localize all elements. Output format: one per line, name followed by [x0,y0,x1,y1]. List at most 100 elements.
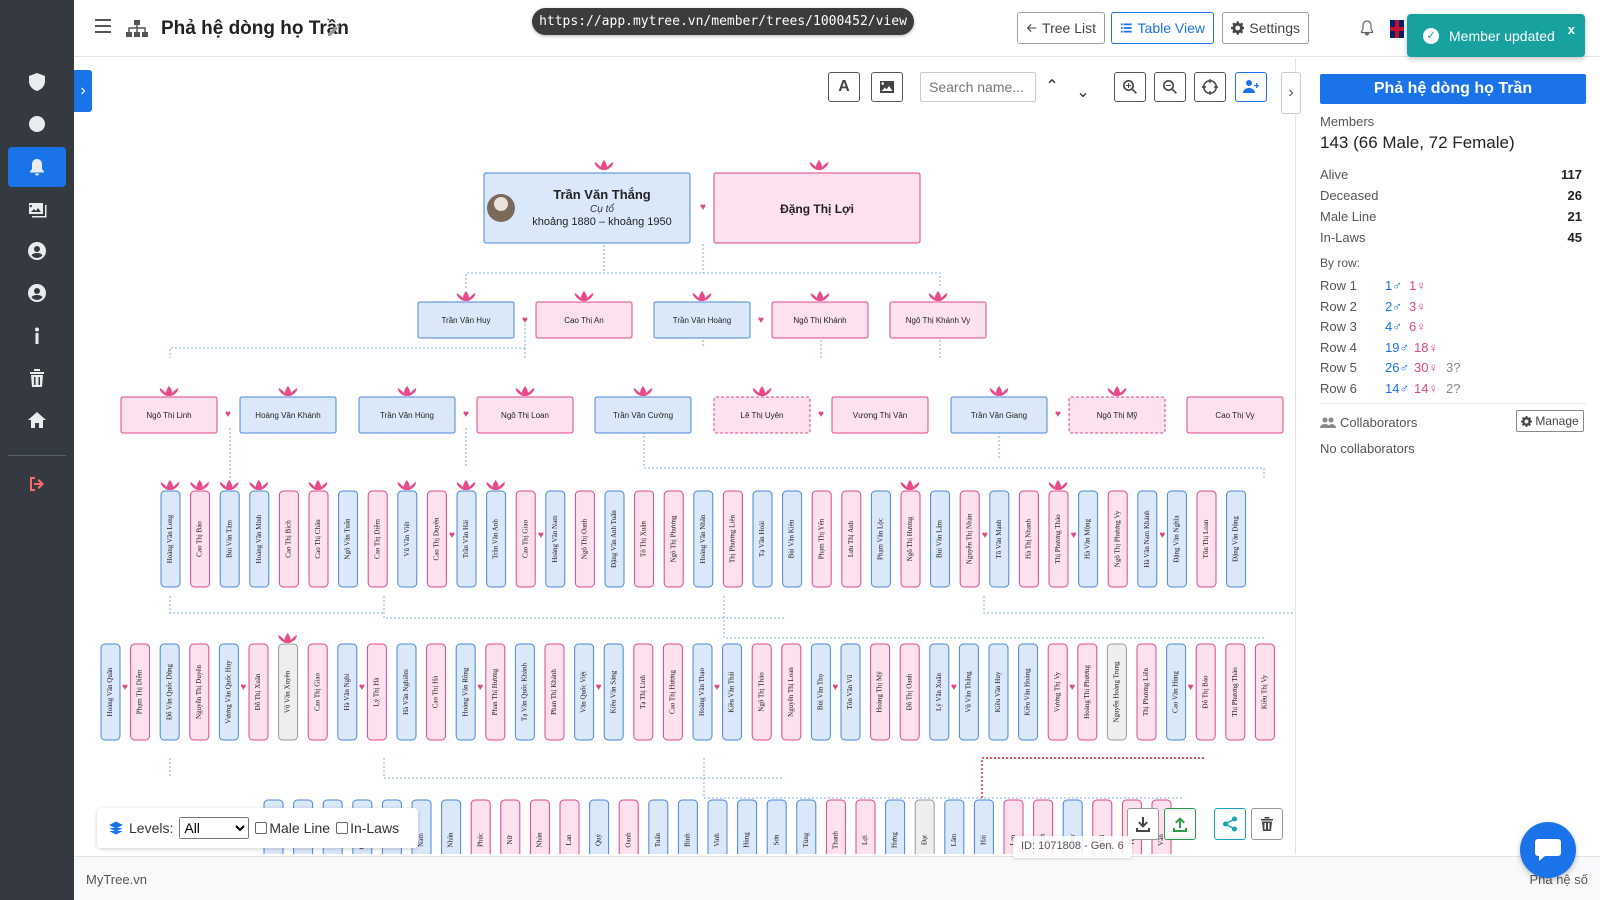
chat-button[interactable] [1520,822,1576,878]
row-1-label: Row 1 [1320,278,1357,293]
row5-member-card-label: Phan Thị Hương [491,668,499,715]
row4-member-card-label: Lưu Thị Anh [847,520,855,557]
download-icon [1136,817,1150,832]
spouse-heart-icon: ♥ [1159,530,1165,541]
in-laws-check-icon[interactable] [336,822,349,834]
profile-icon[interactable] [8,273,66,313]
spouse-heart-icon: ♥ [818,409,824,420]
row5-member-card-label: Vũ Văn Xuyên [284,670,292,713]
row5-member-card-label: Kiều Văn Hoàng [1024,668,1032,716]
upload-icon [1173,817,1187,832]
collaborators-heading: Collaborators [1320,415,1417,430]
user-circle-icon[interactable] [8,231,66,271]
row-4-female: 18♀ [1414,340,1439,355]
row3-member-card-label: Ngô Thị Mỹ [1097,411,1138,420]
trash-nav-icon[interactable] [8,358,66,398]
levels-select[interactable]: All [179,817,250,839]
row2-member-card-label: Trần Văn Hoàng [673,316,731,325]
row-3-female: 6♀ [1409,319,1426,334]
spouse-heart-icon: ♥ [832,682,838,693]
stat-in-laws-value: 45 [1567,230,1582,245]
spouse-heart-icon: ♥ [122,682,128,693]
zoom-in-button[interactable] [1114,72,1146,102]
logout-icon[interactable] [8,464,66,504]
info-icon[interactable] [8,316,66,356]
center-button[interactable] [1194,72,1226,102]
zoom-out-button[interactable] [1154,72,1186,102]
lotus-icon [278,633,297,643]
row3-member-card-label: Trần Văn Giang [971,411,1027,420]
upload-button[interactable] [1164,808,1196,840]
row6-member-card[interactable] [500,799,521,854]
male-line-check-icon[interactable] [255,822,268,834]
toast-close-button[interactable]: x [1568,22,1575,37]
row4-member-card-label: Tạ Văn Hoài [758,521,766,557]
image-export-button[interactable] [871,72,903,102]
member-id-tooltip: ID: 1071808 - Gen. 6 [1013,836,1132,858]
search-name-input[interactable] [920,72,1036,102]
male-line-checkbox[interactable]: Male Line [255,820,330,836]
sidebar-collapse-toggle[interactable]: › [74,70,92,112]
row4-member-card-label: Ngô Văn Tuấn [344,518,352,560]
font-button[interactable]: A [828,72,860,102]
row4-member-card-label: Đặng Văn Dũng [1232,516,1240,562]
row5-member-card-label: Lý Văn Xuân [935,673,943,711]
hamburger-menu-icon[interactable] [95,19,111,33]
download-button[interactable] [1127,808,1159,840]
row4-member-card-label: Hà Văn Mộng [1084,519,1092,559]
search-next-button[interactable]: ⌄ [1073,82,1093,102]
row5-member-card-label: Hoàng Thị Mỹ [876,671,884,713]
add-member-button[interactable] [1235,72,1267,102]
row4-member-card-label: Phạm Văn Lộc [877,518,885,560]
row-6-male: 14♂ [1385,381,1410,396]
settings-button[interactable]: Settings [1222,12,1309,44]
row3-connector [229,428,1265,478]
family-tree[interactable]: Trần Văn ThắngCụ tổkhoảng 1880 – khoảng … [84,58,1296,854]
arrow-left-icon [1026,24,1037,32]
images-icon[interactable] [8,189,66,229]
row4-connector [169,596,1295,639]
row5-member-card-label: Cao Thị Giao [313,673,321,711]
in-laws-checkbox[interactable]: In-Laws [336,820,399,836]
row6-member-card-label: Tùng [802,832,810,847]
row6-member-card-label: Vinh [713,833,721,847]
panel-toggle-button[interactable]: › [1281,72,1301,114]
members-label: Members [1320,114,1375,129]
stat-male-line-label: Male Line [1320,209,1377,224]
avatar-face-icon [494,197,508,211]
row6-member-card-label: Quý [595,833,603,846]
row5-member-card-label: Bùi Văn Thọ [817,673,825,710]
tree-list-button[interactable]: Tree List [1017,12,1105,44]
pencil-icon[interactable] [326,22,342,38]
row-2-female: 3♀ [1409,299,1426,314]
trash-icon [1261,817,1273,831]
row5-member-card-label: Vũ Văn Thắng [965,671,973,713]
uk-flag-icon[interactable] [1390,20,1404,38]
spouse-heart-icon: ♥ [596,682,602,693]
row4-member-card-label: Cao Thị Giao [521,520,529,558]
spouse-heart-icon: ♥ [463,409,469,420]
lotus-icon [928,291,948,301]
row5-member-card-label: Đỗ Thị Bảo [1201,675,1209,708]
delete-button[interactable] [1251,808,1283,840]
manage-collaborators-button[interactable]: Manage [1516,410,1584,432]
lotus-icon [594,160,614,170]
row5-member-card-label: Cao Thị Hà [432,675,440,708]
circle-icon[interactable] [8,104,66,144]
search-prev-button[interactable]: ⌃ [1042,76,1062,96]
bell-icon[interactable] [1358,19,1376,37]
row6-member-card-label: Phúc [476,833,484,847]
spouse-heart-icon: ♥ [1055,409,1061,420]
row4-member-card-label: Thị Phương Liên [729,515,737,563]
table-view-button[interactable]: Table View [1111,12,1214,44]
share-button[interactable] [1214,808,1246,840]
home-icon[interactable] [8,400,66,440]
shield-icon[interactable] [8,62,66,102]
bell-nav-icon[interactable] [8,147,66,187]
row-6-female: 14♀ [1414,381,1439,396]
users-icon [1320,417,1336,428]
footer: MyTree.vn Phả hệ số [74,856,1600,900]
row4-member-card-label: Bùi Văn Lâm [936,519,944,558]
list-icon [1120,23,1132,33]
tree-canvas[interactable]: Trần Văn Thắng Cụ tổ khoảng 1880 – khoảng … [84,58,1296,854]
